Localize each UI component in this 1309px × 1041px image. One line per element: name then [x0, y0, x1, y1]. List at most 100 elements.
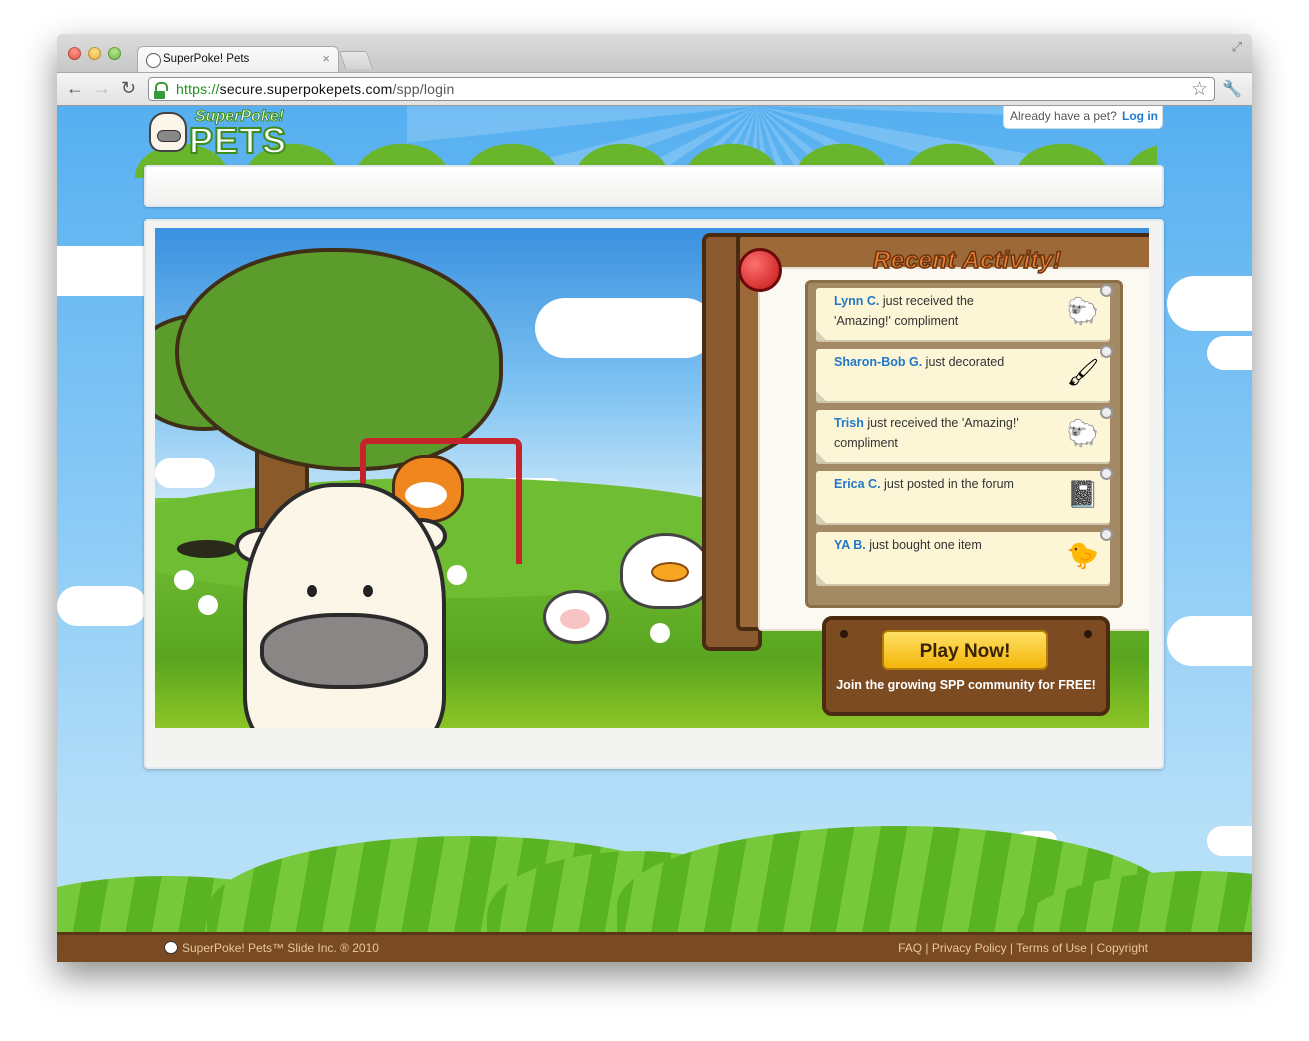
- play-now-button[interactable]: Play Now!: [882, 630, 1048, 670]
- tab-strip: SuperPoke! Pets × ⤢: [57, 34, 1252, 73]
- promo-scene: Recent Activity! Lynn C. just received t…: [155, 228, 1149, 728]
- activity-item: Lynn C. just received the 'Amazing!' com…: [816, 284, 1113, 340]
- login-prompt-box: Already have a pet? Log in: [1003, 106, 1163, 129]
- activity-item: Sharon-Bob G. just decorated 🖌: [816, 345, 1113, 401]
- reload-button[interactable]: ↻: [121, 78, 136, 99]
- activity-text: Sharon-Bob G. just decorated: [834, 352, 1034, 372]
- tab-superpoke-pets[interactable]: SuperPoke! Pets ×: [137, 46, 339, 73]
- flower: [450, 568, 464, 582]
- activity-item: Erica C. just posted in the forum 📓: [816, 467, 1113, 523]
- activity-text: YA B. just bought one item: [834, 535, 1034, 555]
- bun-pet: [543, 590, 609, 644]
- nail-icon: [840, 630, 848, 638]
- paper-fold: [816, 391, 826, 401]
- notebook-pencil-icon: 📓: [1066, 479, 1100, 509]
- login-link[interactable]: Log in: [1122, 109, 1158, 123]
- flower: [653, 626, 667, 640]
- footer-separator: |: [1086, 941, 1097, 955]
- new-tab-button[interactable]: [338, 51, 374, 69]
- tab-close-icon[interactable]: ×: [322, 51, 330, 66]
- activity-user-link[interactable]: Sharon-Bob G.: [834, 355, 922, 369]
- activity-text: Trish just received the 'Amazing!' compl…: [834, 413, 1034, 453]
- pin-icon: [1100, 284, 1113, 297]
- logo-pet-icon: [149, 112, 187, 152]
- footer-link-privacy[interactable]: Privacy Policy: [932, 941, 1007, 955]
- pin-icon: [1100, 467, 1113, 480]
- chick-icon: 🐤: [1066, 540, 1100, 570]
- address-bar[interactable]: https://secure.superpokepets.com/spp/log…: [148, 77, 1215, 101]
- sheep-eye: [363, 585, 373, 597]
- pin-icon: [1100, 406, 1113, 419]
- cloud: [535, 298, 715, 358]
- activity-message: just decorated: [922, 355, 1005, 369]
- pin-icon: [1100, 528, 1113, 541]
- play-now-sign: Play Now! Join the growing SPP community…: [822, 616, 1110, 716]
- activity-user-link[interactable]: Erica C.: [834, 477, 881, 491]
- logo-text-bottom: PETS: [188, 119, 288, 162]
- join-tagline: Join the growing SPP community for FREE!: [836, 678, 1096, 692]
- zoom-window-button[interactable]: [108, 47, 121, 60]
- cloud: [155, 458, 215, 488]
- activity-message: just posted in the forum: [880, 477, 1014, 491]
- activity-text: Erica C. just posted in the forum: [834, 474, 1034, 494]
- page-content: SuperPoke! PETS Already have a pet? Log …: [57, 106, 1252, 962]
- lock-icon: [154, 82, 168, 99]
- sheep-eye: [307, 585, 317, 597]
- url-host: secure.superpokepets.com: [219, 81, 393, 97]
- cloud: [57, 586, 147, 626]
- url-text[interactable]: https://secure.superpokepets.com/spp/log…: [176, 81, 454, 97]
- back-button[interactable]: ←: [66, 78, 84, 99]
- paint-brushes-icon: 🖌: [1066, 357, 1100, 387]
- sheep-icon: 🐑: [1066, 418, 1100, 448]
- bookmark-star-icon[interactable]: ☆: [1191, 78, 1208, 101]
- activity-user-link[interactable]: YA B.: [834, 538, 866, 552]
- recent-activity-board: Recent Activity! Lynn C. just received t…: [698, 233, 1149, 716]
- browser-window: SuperPoke! Pets × ⤢ ← → ↻ https://secure…: [57, 34, 1252, 962]
- paper-fold: [816, 574, 826, 584]
- footer-link-copyright[interactable]: Copyright: [1097, 941, 1148, 955]
- minimize-window-button[interactable]: [88, 47, 101, 60]
- footer-copyright: SuperPoke! Pets™ Slide Inc. ® 2010: [182, 941, 379, 955]
- paper-fold: [816, 330, 826, 340]
- cloud: [1167, 276, 1252, 331]
- paper-fold: [816, 513, 826, 523]
- footer-logo-icon: [164, 941, 178, 954]
- cloud: [1207, 336, 1252, 370]
- footer-links: FAQ | Privacy Policy | Terms of Use | Co…: [898, 941, 1148, 955]
- activity-message: just bought one item: [865, 538, 982, 552]
- header-bar: [144, 165, 1164, 207]
- activity-text: Lynn C. just received the 'Amazing!' com…: [834, 291, 1034, 331]
- nail-icon: [1084, 630, 1092, 638]
- login-prompt-text: Already have a pet?: [1010, 109, 1117, 123]
- paper-fold: [816, 452, 826, 462]
- recent-activity-title: Recent Activity!: [872, 246, 1062, 275]
- footer-separator: |: [922, 941, 932, 955]
- url-scheme: https://: [176, 81, 220, 97]
- bottom-hills: [57, 806, 1252, 962]
- cloud: [1167, 616, 1252, 666]
- activity-user-link[interactable]: Trish: [834, 416, 864, 430]
- wrench-menu-icon[interactable]: 🔧: [1222, 79, 1242, 99]
- flower: [201, 598, 215, 612]
- activity-item: YA B. just bought one item 🐤: [816, 528, 1113, 584]
- footer-link-faq[interactable]: FAQ: [898, 941, 922, 955]
- pin-icon: [1100, 345, 1113, 358]
- main-frame: Recent Activity! Lynn C. just received t…: [144, 219, 1164, 769]
- close-window-button[interactable]: [68, 47, 81, 60]
- footer-separator: |: [1006, 941, 1017, 955]
- footer-link-terms[interactable]: Terms of Use: [1016, 941, 1087, 955]
- activity-item: Trish just received the 'Amazing!' compl…: [816, 406, 1113, 462]
- push-pin-icon: [738, 248, 782, 292]
- superpoke-pets-logo[interactable]: SuperPoke! PETS: [149, 108, 289, 164]
- forward-button[interactable]: →: [93, 78, 111, 99]
- browser-toolbar: ← → ↻ https://secure.superpokepets.com/s…: [57, 72, 1252, 106]
- sheep-icon: 🐑: [1066, 296, 1100, 326]
- tab-title: SuperPoke! Pets: [163, 53, 250, 65]
- sheep-muzzle: [260, 613, 428, 689]
- favicon-icon: [146, 53, 161, 68]
- url-path: /spp/login: [392, 81, 455, 97]
- ground-hole: [177, 540, 237, 558]
- activity-user-link[interactable]: Lynn C.: [834, 294, 879, 308]
- activity-feed: Lynn C. just received the 'Amazing!' com…: [805, 280, 1123, 608]
- fullscreen-icon[interactable]: ⤢: [1232, 39, 1242, 55]
